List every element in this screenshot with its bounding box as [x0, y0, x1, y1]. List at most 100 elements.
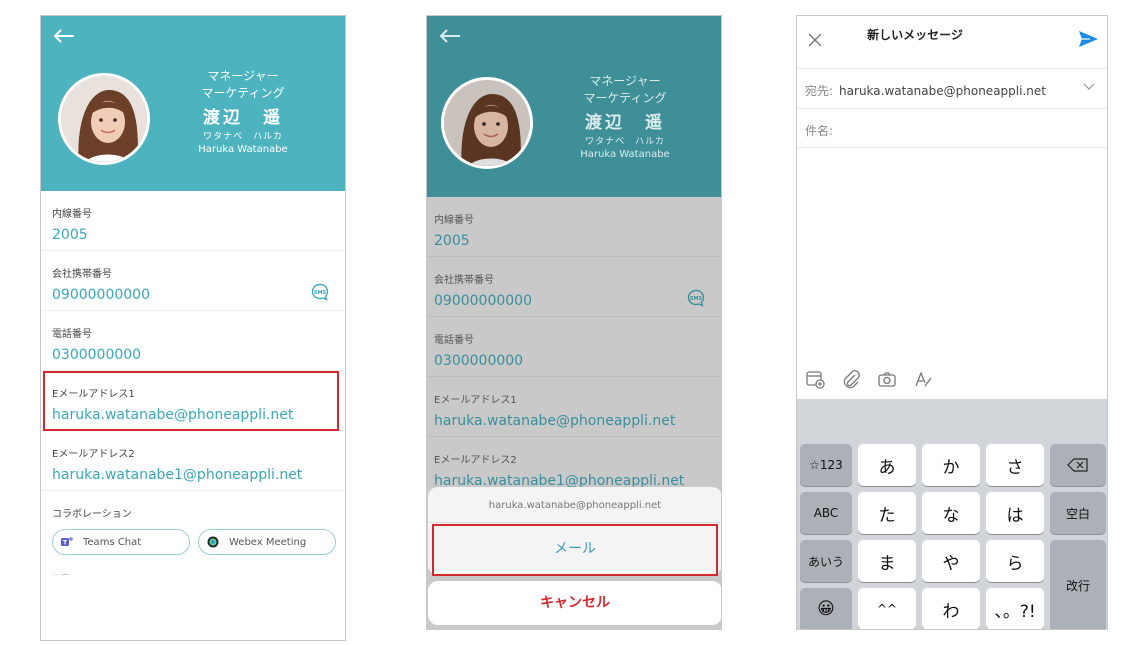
field-label: 会社携帯番号: [52, 269, 112, 280]
person-kana: ワタナベ ハルカ: [585, 137, 665, 147]
key-hiragana[interactable]: あいう: [800, 540, 852, 582]
profile-screen: マネージャー マーケティング 渡辺 遥 ワタナベ ハルカ Haruka Wata…: [40, 15, 346, 641]
person-name: 渡辺 遥: [203, 108, 283, 128]
subject-label: 件名:: [805, 124, 834, 138]
key-ma[interactable]: ま: [858, 540, 916, 582]
compose-screen: 新しいメッセージ 宛先: haruka.watanabe@phoneappli.n…: [796, 15, 1108, 630]
field-value[interactable]: 09000000000: [52, 285, 345, 305]
format-icon[interactable]: [913, 369, 933, 389]
action-sheet-title: haruka.watanabe@phoneappli.net: [428, 487, 721, 523]
backspace-key[interactable]: [1050, 444, 1106, 486]
avatar: [58, 73, 150, 165]
svg-text:SMS: SMS: [314, 290, 327, 296]
field-value[interactable]: 2005: [52, 225, 345, 245]
person-roman: Haruka Watanabe: [198, 144, 288, 155]
compose-title: 新しいメッセージ: [867, 28, 963, 42]
email-highlight-box: [43, 371, 339, 431]
profile-photo: [444, 80, 530, 166]
field-label: 電話番号: [434, 335, 474, 346]
attachment-icon[interactable]: [841, 369, 861, 389]
key-sa[interactable]: さ: [986, 444, 1044, 486]
department: マーケティング: [201, 86, 285, 100]
profile-header: マネージャー マーケティング 渡辺 遥 ワタナベ ハルカ Haruka Wata…: [427, 16, 721, 197]
field-label: Eメールアドレス1: [434, 395, 517, 406]
action-sheet-screen: マネージャー マーケティング 渡辺 遥 ワタナベ ハルカ Haruka Wata…: [426, 15, 722, 630]
key-wa[interactable]: わ: [922, 588, 980, 629]
key-numbers[interactable]: ☆123: [800, 444, 852, 486]
key-kaomoji[interactable]: ^^: [858, 588, 916, 629]
camera-icon[interactable]: [877, 369, 897, 389]
field-mobile[interactable]: 会社携帯番号 09000000000 SMS: [41, 251, 345, 311]
person-name: 渡辺 遥: [585, 113, 665, 133]
field-email-2[interactable]: Eメールアドレス2 haruka.watanabe1@phoneappli.ne…: [41, 431, 345, 491]
compose-tools: [805, 369, 933, 389]
to-field[interactable]: 宛先: haruka.watanabe@phoneappli.net: [797, 68, 1107, 108]
subject-field[interactable]: 件名:: [797, 108, 1107, 148]
field-value: 2005: [434, 233, 470, 249]
field-label: Eメールアドレス2: [52, 449, 135, 460]
webex-meeting-button[interactable]: Webex Meeting: [198, 529, 336, 555]
avatar: [441, 77, 533, 169]
sms-icon: SMS: [687, 289, 705, 307]
svg-text:SMS: SMS: [690, 296, 703, 302]
field-extension: 内線番号 2005: [427, 197, 721, 257]
field-value[interactable]: 0300000000: [52, 345, 345, 365]
job-title: マネージャー: [207, 69, 279, 83]
cancel-button[interactable]: キャンセル: [428, 581, 721, 625]
insert-file-icon[interactable]: [805, 369, 825, 389]
keyboard: ☆123 あ か さ ABC た な は 空白 あいう ま や ら 改行 😀 ^…: [797, 399, 1107, 629]
send-icon[interactable]: [1077, 28, 1099, 50]
field-extension[interactable]: 内線番号 2005: [41, 191, 345, 251]
emoji-key[interactable]: 😀: [800, 588, 852, 629]
teams-icon: T: [61, 537, 73, 547]
field-label: Eメールアドレス2: [434, 455, 517, 466]
key-ka[interactable]: か: [922, 444, 980, 486]
field-label: 内線番号: [52, 209, 92, 220]
field-value: 0300000000: [434, 353, 524, 369]
field-mobile: 会社携帯番号 09000000000 SMS: [427, 257, 721, 317]
field-email-1: Eメールアドレス1 haruka.watanabe@phoneappli.net: [427, 377, 721, 437]
field-phone[interactable]: 電話番号 0300000000: [41, 311, 345, 371]
field-label: 内線番号: [434, 215, 474, 226]
space-key[interactable]: 空白: [1050, 492, 1106, 534]
field-value: 09000000000: [434, 293, 532, 309]
key-abc[interactable]: ABC: [800, 492, 852, 534]
field-value[interactable]: haruka.watanabe1@phoneappli.net: [52, 465, 345, 485]
profile-info: マネージャー マーケティング 渡辺 遥 ワタナベ ハルカ Haruka Wata…: [163, 68, 323, 156]
location-label: 位置: [41, 555, 345, 575]
teams-chat-button[interactable]: T Teams Chat: [52, 529, 190, 555]
webex-meeting-label: Webex Meeting: [229, 536, 307, 548]
teams-chat-label: Teams Chat: [83, 536, 142, 548]
backspace-icon: [1067, 458, 1088, 472]
field-label: 電話番号: [52, 329, 92, 340]
key-punctuation[interactable]: 、。?!: [986, 588, 1044, 629]
chevron-down-icon[interactable]: [1083, 83, 1095, 91]
collaboration-section: コラボレーション T Teams Chat Webex Meeting: [41, 491, 345, 555]
key-ya[interactable]: や: [922, 540, 980, 582]
person-roman: Haruka Watanabe: [580, 149, 670, 160]
field-value: haruka.watanabe@phoneappli.net: [434, 413, 676, 429]
back-arrow-icon[interactable]: [53, 28, 75, 44]
field-label: 会社携帯番号: [434, 275, 494, 286]
key-na[interactable]: な: [922, 492, 980, 534]
profile-photo: [61, 76, 147, 162]
key-ha[interactable]: は: [986, 492, 1044, 534]
profile-header: マネージャー マーケティング 渡辺 遥 ワタナベ ハルカ Haruka Wata…: [41, 16, 345, 191]
to-value[interactable]: haruka.watanabe@phoneappli.net: [839, 84, 1046, 98]
field-phone: 電話番号 0300000000: [427, 317, 721, 377]
job-title: マネージャー: [589, 74, 661, 88]
profile-info: マネージャー マーケティング 渡辺 遥 ワタナベ ハルカ Haruka Wata…: [545, 73, 705, 161]
back-arrow-icon[interactable]: [439, 28, 461, 44]
key-ra[interactable]: ら: [986, 540, 1044, 582]
collaboration-label: コラボレーション: [52, 509, 132, 520]
key-ta[interactable]: た: [858, 492, 916, 534]
compose-toolbar: 新しいメッセージ: [797, 16, 1107, 64]
mail-highlight-box: [432, 524, 718, 576]
sms-icon[interactable]: SMS: [311, 283, 329, 301]
return-key[interactable]: 改行: [1050, 540, 1106, 629]
department: マーケティング: [583, 91, 667, 105]
webex-icon: [207, 536, 219, 548]
key-a[interactable]: あ: [858, 444, 916, 486]
to-label: 宛先:: [805, 84, 834, 98]
person-kana: ワタナベ ハルカ: [203, 132, 283, 142]
